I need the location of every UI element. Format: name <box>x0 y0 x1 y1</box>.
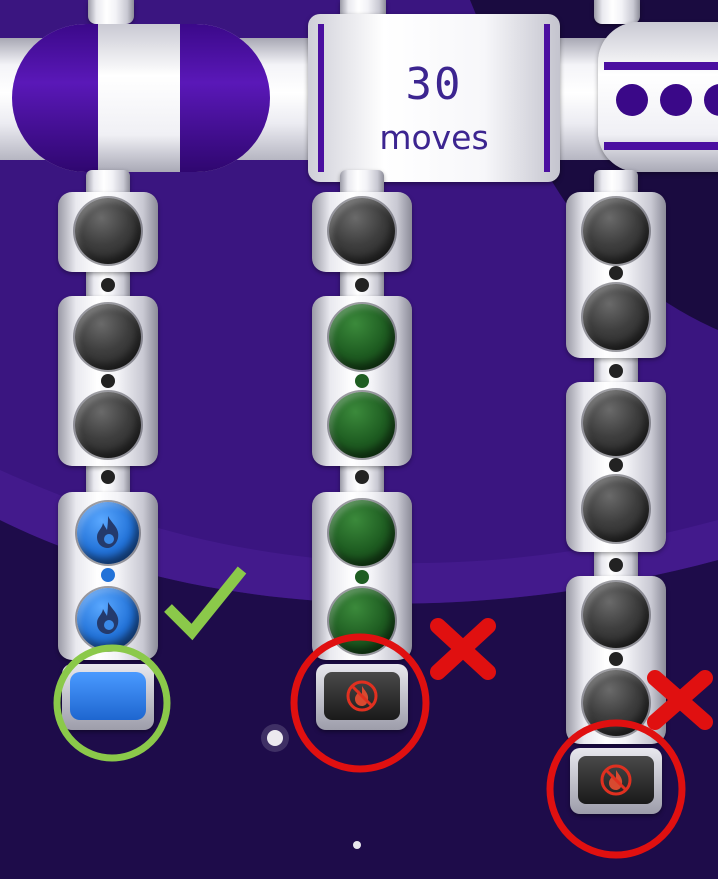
cross-mark-icon <box>647 670 713 730</box>
check-mark-icon <box>164 566 247 641</box>
fail-highlight-circle <box>290 633 430 773</box>
ok-highlight-circle <box>53 644 171 762</box>
annotation-layer <box>53 566 713 859</box>
cross-mark-icon <box>430 618 496 680</box>
fail-highlight-circle <box>546 719 686 859</box>
